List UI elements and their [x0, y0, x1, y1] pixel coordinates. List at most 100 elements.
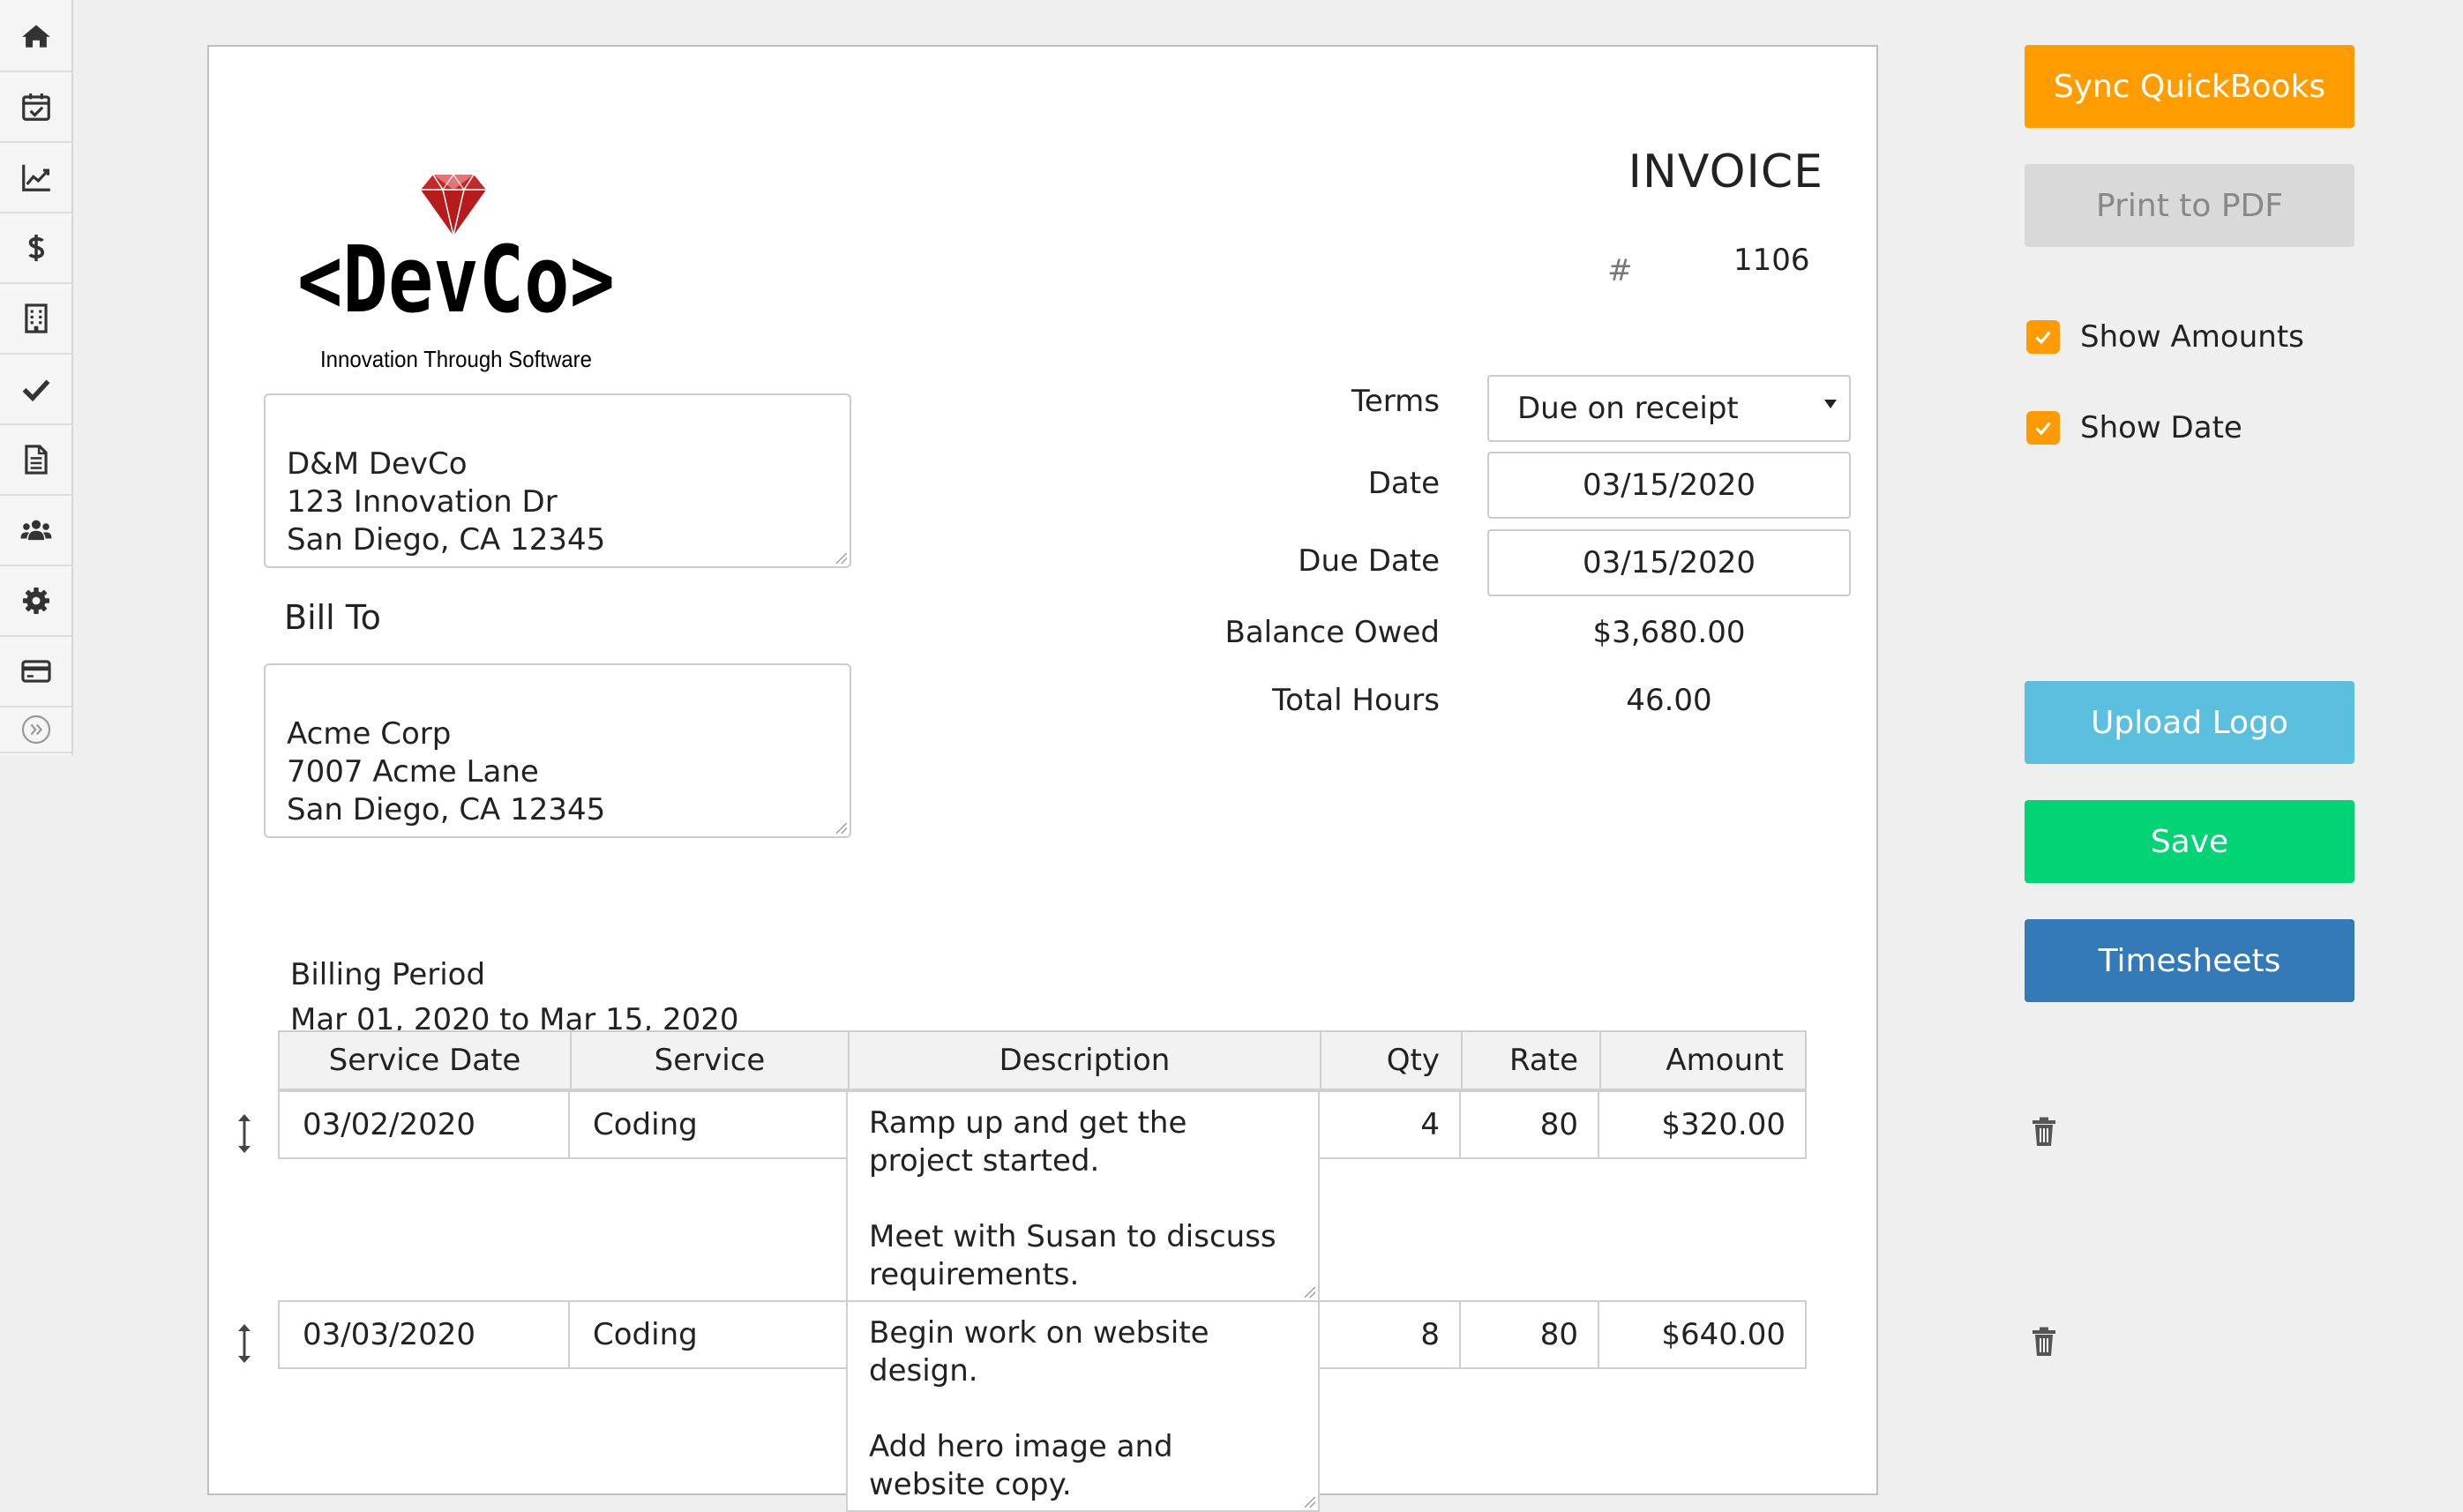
invoice-title: INVOICE — [1628, 146, 1823, 198]
service-date-value: 03/03/2020 — [303, 1317, 475, 1352]
resize-grip-icon[interactable] — [1305, 1287, 1315, 1298]
checkmark-icon — [2035, 331, 2051, 345]
description-text: Begin work on website design. Add hero i… — [869, 1315, 1209, 1502]
column-header-qty: Qty — [1320, 1032, 1461, 1089]
drag-handle-icon[interactable] — [236, 1112, 253, 1155]
terms-select[interactable]: Due on receipt — [1487, 375, 1851, 442]
save-button[interactable]: Save — [2025, 800, 2354, 883]
print-to-pdf-button[interactable]: Print to PDF — [2025, 164, 2354, 247]
logo-tagline: Innovation Through Software — [320, 346, 592, 372]
total-hours-value: 46.00 — [1626, 683, 1712, 718]
show-amounts-label: Show Amounts — [2080, 319, 2304, 355]
sidebar-item-calendar[interactable] — [0, 72, 71, 143]
gear-icon — [22, 587, 49, 615]
sidebar-expand[interactable] — [0, 707, 71, 753]
save-label: Save — [2150, 823, 2229, 860]
logo-brand-text: <DevCo> — [297, 226, 615, 333]
sidebar-item-documents[interactable] — [0, 425, 71, 496]
sidebar-item-settings[interactable] — [0, 566, 71, 637]
invoice-number[interactable]: 1106 — [1733, 243, 1810, 278]
column-header-service-date: Service Date — [328, 1043, 521, 1078]
from-address-text: D&M DevCo 123 Innovation Dr San Diego, C… — [287, 446, 606, 558]
calendar-check-icon — [21, 93, 50, 121]
home-icon — [21, 25, 50, 48]
checkmark-icon — [22, 379, 49, 402]
qty-input[interactable]: 4 — [1318, 1090, 1461, 1159]
service-input[interactable]: Coding — [568, 1090, 848, 1159]
description-text: Ramp up and get the project started. Mee… — [869, 1105, 1276, 1292]
bill-to-address-field[interactable]: Acme Corp 7007 Acme Lane San Diego, CA 1… — [264, 663, 851, 838]
service-date-input[interactable]: 03/02/2020 — [278, 1090, 570, 1159]
dollar-icon — [27, 234, 44, 262]
service-input[interactable]: Coding — [568, 1300, 848, 1369]
resize-grip-icon[interactable] — [1305, 1497, 1315, 1508]
invoice-paper: <DevCo> Innovation Through Software INVO… — [207, 45, 2055, 1512]
terms-label: Terms — [1351, 384, 1440, 419]
show-amounts-toggle[interactable]: Show Amounts — [2026, 319, 2304, 355]
resize-grip-icon[interactable] — [836, 823, 847, 834]
checkmark-icon — [2035, 422, 2051, 436]
from-address-field[interactable]: D&M DevCo 123 Innovation Dr San Diego, C… — [264, 393, 851, 568]
service-value: Coding — [593, 1317, 698, 1352]
delete-row-icon[interactable] — [2031, 1117, 2057, 1147]
users-icon — [20, 520, 51, 541]
balance-owed-value: $3,680.00 — [1592, 615, 1746, 650]
upload-logo-button[interactable]: Upload Logo — [2025, 681, 2354, 764]
sidebar-item-reports[interactable] — [0, 143, 71, 213]
rate-value: 80 — [1539, 1317, 1578, 1352]
show-date-toggle[interactable]: Show Date — [2026, 410, 2242, 445]
qty-input[interactable]: 8 — [1318, 1300, 1461, 1369]
show-date-label: Show Date — [2080, 410, 2242, 445]
column-header-rate: Rate — [1461, 1032, 1599, 1089]
rate-value: 80 — [1539, 1107, 1578, 1142]
service-date-input[interactable]: 03/03/2020 — [278, 1300, 570, 1369]
terms-selected-value: Due on receipt — [1517, 391, 1739, 426]
building-icon — [24, 303, 48, 333]
date-value: 03/15/2020 — [1583, 468, 1756, 503]
dropdown-caret-icon — [1824, 400, 1837, 408]
delete-row-icon[interactable] — [2031, 1327, 2057, 1357]
expand-icon — [21, 715, 50, 745]
company-logo: <DevCo> Innovation Through Software — [288, 144, 624, 391]
service-value: Coding — [593, 1107, 698, 1142]
due-date-value: 03/15/2020 — [1583, 545, 1756, 580]
sidebar-item-home[interactable] — [0, 2, 71, 72]
rate-input[interactable]: 80 — [1459, 1300, 1599, 1369]
date-label: Date — [1367, 466, 1440, 501]
amount-cell: $640.00 — [1598, 1300, 1807, 1369]
column-header-description: Description — [848, 1032, 1320, 1089]
upload-logo-label: Upload Logo — [2091, 704, 2288, 741]
date-field[interactable]: 03/15/2020 — [1487, 452, 1851, 519]
column-header-amount: Amount — [1599, 1032, 1805, 1089]
qty-value: 8 — [1420, 1317, 1440, 1352]
column-header-service: Service — [570, 1032, 848, 1089]
sidebar-nav — [0, 0, 73, 755]
amount-value: $640.00 — [1661, 1317, 1785, 1352]
sidebar-item-billing[interactable] — [0, 213, 71, 284]
due-date-field[interactable]: 03/15/2020 — [1487, 529, 1851, 596]
sidebar-item-tasks[interactable] — [0, 355, 71, 425]
timesheets-button[interactable]: Timesheets — [2025, 919, 2354, 1002]
resize-grip-icon[interactable] — [836, 553, 847, 564]
show-amounts-checkbox[interactable] — [2026, 320, 2060, 354]
sync-quickbooks-button[interactable]: Sync QuickBooks — [2025, 45, 2354, 128]
description-textarea[interactable]: Begin work on website design. Add hero i… — [846, 1300, 1320, 1512]
service-date-value: 03/02/2020 — [303, 1107, 475, 1142]
sidebar-item-companies[interactable] — [0, 284, 71, 355]
invoice-number-symbol: # — [1607, 253, 1633, 288]
due-date-label: Due Date — [1298, 543, 1440, 579]
print-to-pdf-label: Print to PDF — [2096, 187, 2283, 224]
sync-quickbooks-label: Sync QuickBooks — [2053, 68, 2326, 105]
description-textarea[interactable]: Ramp up and get the project started. Mee… — [846, 1090, 1320, 1302]
drag-handle-icon[interactable] — [236, 1322, 253, 1365]
amount-cell: $320.00 — [1598, 1090, 1807, 1159]
show-date-checkbox[interactable] — [2026, 411, 2060, 445]
rate-input[interactable]: 80 — [1459, 1090, 1599, 1159]
balance-owed-label: Balance Owed — [1224, 615, 1440, 650]
timesheets-label: Timesheets — [2098, 942, 2281, 979]
sidebar-item-team[interactable] — [0, 496, 71, 566]
bill-to-label: Bill To — [284, 598, 381, 637]
line-chart-icon — [21, 164, 50, 191]
sidebar-item-payments[interactable] — [0, 637, 71, 707]
billing-period-label: Billing Period — [290, 957, 486, 992]
